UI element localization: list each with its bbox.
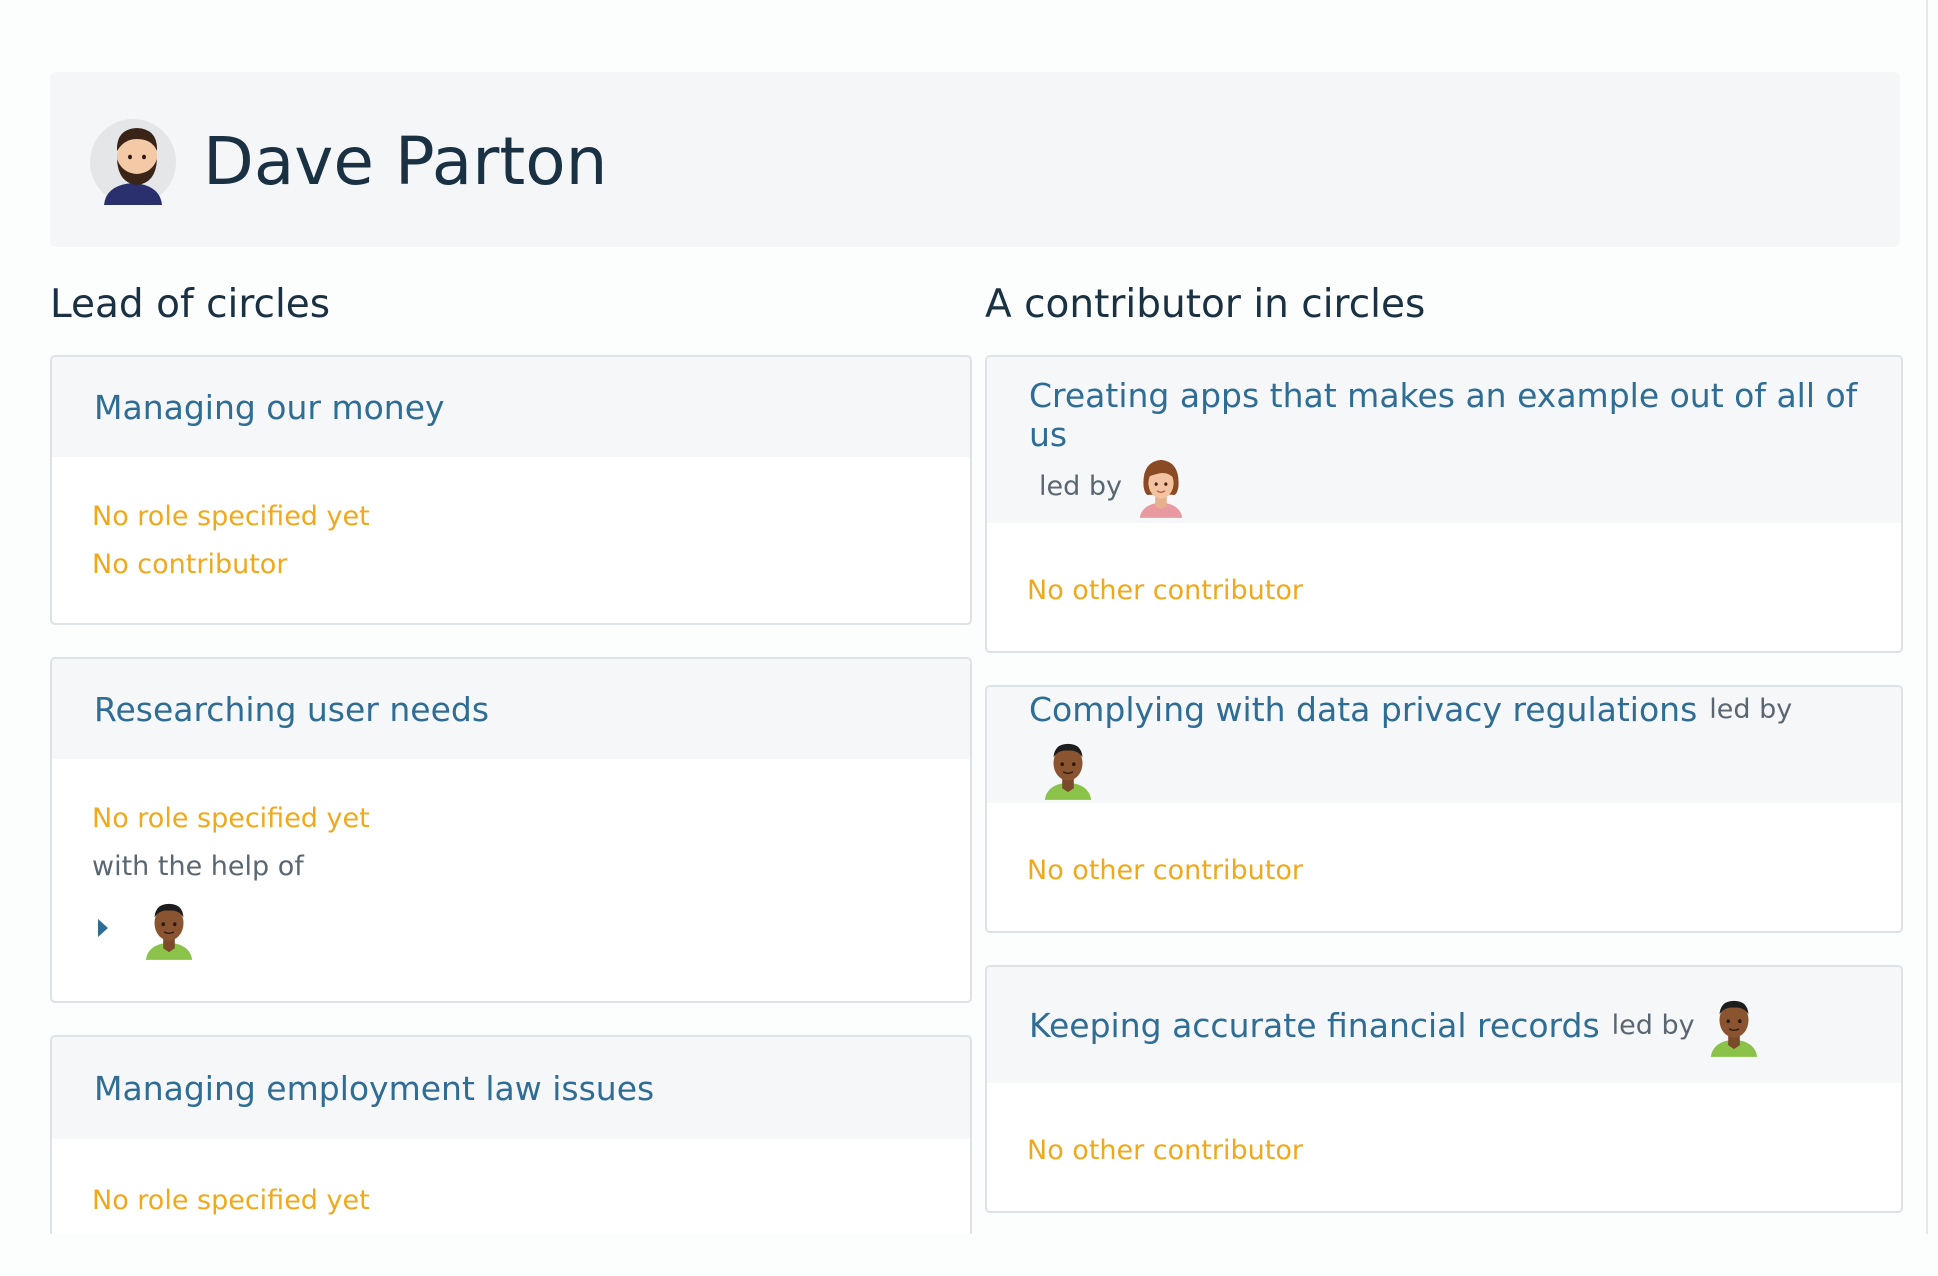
circle-card: Managing employment law issues No role s… [50, 1035, 972, 1234]
circle-link[interactable]: Keeping accurate financial records [1029, 1006, 1600, 1045]
no-role-text: No role specified yet [92, 501, 370, 532]
helpers-row [92, 891, 930, 965]
lead-avatar[interactable] [1039, 736, 1097, 800]
profile-header: Dave Parton [50, 72, 1900, 247]
circle-card: Creating apps that makes an example out … [985, 355, 1903, 653]
circle-card-body: No other contributor [987, 1083, 1901, 1211]
circle-card-header: Managing our money [52, 357, 970, 457]
no-other-contributor-text: No other contributor [1027, 855, 1303, 886]
led-by-label: led by [1709, 694, 1793, 726]
circle-card: Researching user needs No role specified… [50, 657, 972, 1003]
led-by-label: led by [1611, 1009, 1695, 1041]
circle-card: Managing our money No role specified yet… [50, 355, 972, 625]
helper-avatar[interactable] [140, 896, 198, 960]
contributor-heading: A contributor in circles [985, 282, 1426, 327]
lead-avatar[interactable] [1705, 993, 1763, 1057]
lead-avatar[interactable] [1132, 454, 1190, 518]
no-other-contributor-text: No other contributor [1027, 1135, 1303, 1166]
lead-heading: Lead of circles [50, 282, 331, 327]
circle-card: Complying with data privacy regulations … [985, 685, 1903, 933]
circle-card-header: Managing employment law issues [52, 1037, 970, 1139]
scroll-edge [1926, 0, 1928, 1234]
help-label: with the help of [92, 851, 304, 882]
circle-card-header: Complying with data privacy regulations … [987, 687, 1901, 803]
no-contributor-text: No contributor [92, 1225, 930, 1234]
circle-link[interactable]: Creating apps that makes an example out … [1029, 376, 1859, 454]
circle-link[interactable]: Researching user needs [94, 690, 489, 729]
circle-card-header: Researching user needs [52, 659, 970, 759]
circle-card-body: No role specified yet No contributor [52, 1139, 970, 1234]
circle-card-body: No role specified yet with the help of [52, 759, 970, 1001]
circle-card: Keeping accurate financial records led b… [985, 965, 1903, 1213]
contributor-column: A contributor in circles Creating apps t… [985, 280, 1903, 1234]
circle-card-header: Keeping accurate financial records led b… [987, 967, 1901, 1083]
user-avatar [90, 119, 176, 205]
circle-link[interactable]: Managing employment law issues [94, 1069, 654, 1108]
user-name: Dave Parton [203, 123, 608, 200]
circle-card-header: Creating apps that makes an example out … [987, 357, 1901, 523]
lead-column: Lead of circles Managing our money No ro… [50, 280, 972, 1234]
circle-card-body: No other contributor [987, 803, 1901, 931]
no-role-text: No role specified yet [92, 1185, 370, 1216]
led-by-label: led by [1039, 470, 1122, 502]
circle-link[interactable]: Complying with data privacy regulations [1029, 690, 1697, 729]
no-role-text: No role specified yet [92, 803, 370, 834]
expand-caret-icon[interactable] [98, 919, 108, 937]
profile-page: Dave Parton Lead of circles Managing our… [0, 0, 1938, 1234]
no-other-contributor-text: No other contributor [1027, 575, 1303, 606]
circle-link[interactable]: Managing our money [94, 388, 445, 427]
no-contributor-text: No contributor [92, 549, 288, 580]
circle-card-body: No role specified yet No contributor [52, 457, 970, 623]
circle-card-body: No other contributor [987, 523, 1901, 651]
